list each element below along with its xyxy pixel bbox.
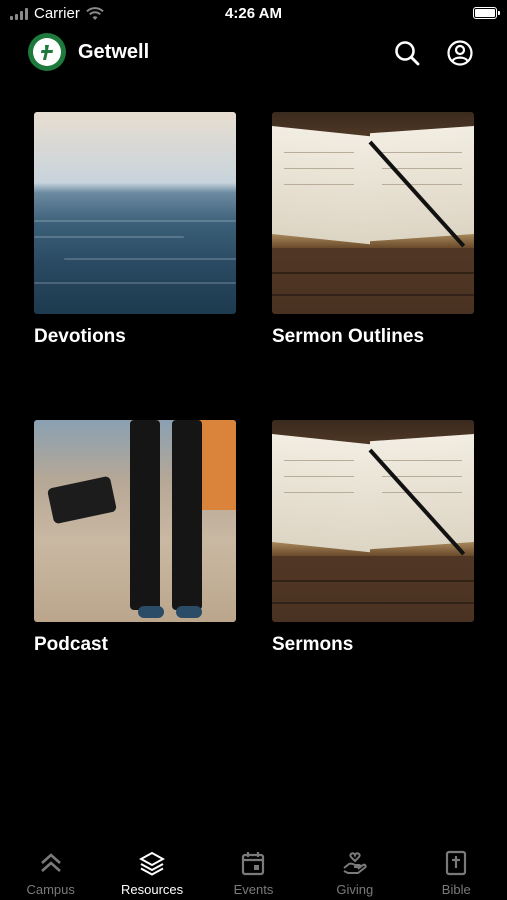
app-header: Getwell <box>0 33 507 73</box>
tab-bar: Campus Resources Events Giving Bible <box>0 838 507 900</box>
tab-label: Resources <box>121 882 184 897</box>
stack-layers-icon <box>139 851 166 876</box>
tab-bible[interactable]: Bible <box>406 838 507 900</box>
tab-label: Campus <box>26 882 75 897</box>
app-title: Getwell <box>78 41 150 63</box>
tile-label: Podcast <box>34 634 108 655</box>
resource-tile-sermon-outlines[interactable]: Sermon Outlines <box>272 112 474 348</box>
tab-campus[interactable]: Campus <box>0 838 101 900</box>
hand-heart-icon <box>343 852 367 874</box>
devotions-image <box>34 112 236 314</box>
church-logo-icon[interactable] <box>28 33 66 71</box>
resource-tile-sermons[interactable]: Sermons <box>272 420 474 656</box>
tab-label: Events <box>233 882 274 897</box>
tile-label: Sermon Outlines <box>272 326 425 347</box>
tab-label: Giving <box>336 882 374 897</box>
status-time: 4:26 AM <box>225 5 282 22</box>
resource-tile-podcast[interactable]: Podcast <box>34 420 236 656</box>
tab-giving[interactable]: Giving <box>304 838 405 900</box>
account-icon[interactable] <box>446 39 474 67</box>
tab-resources[interactable]: Resources <box>102 838 203 900</box>
tab-events[interactable]: Events <box>203 838 304 900</box>
tile-label: Devotions <box>34 326 126 347</box>
status-bar: Carrier 4:26 AM <box>0 0 507 28</box>
calendar-icon <box>242 852 265 876</box>
tile-label: Sermons <box>272 634 354 655</box>
sermon-outlines-image <box>272 112 474 314</box>
tab-label: Bible <box>441 882 471 897</box>
podcast-image <box>34 420 236 622</box>
sermons-image <box>272 420 474 622</box>
chevrons-up-icon <box>40 853 61 872</box>
search-icon[interactable] <box>393 39 421 67</box>
bible-icon <box>446 850 467 876</box>
resource-tile-devotions[interactable]: Devotions <box>34 112 236 348</box>
battery-icon <box>473 7 500 19</box>
